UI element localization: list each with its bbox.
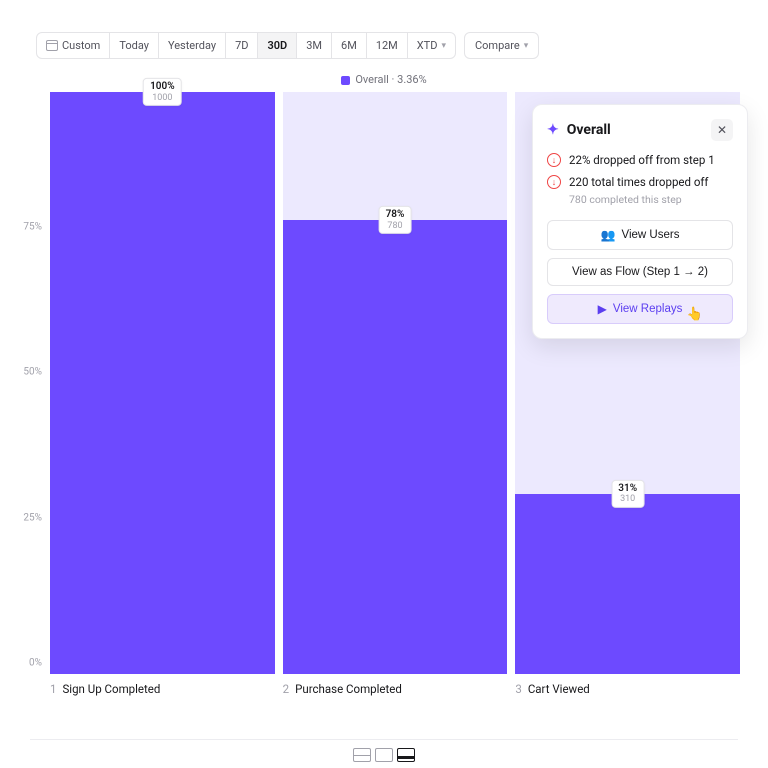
legend-value: 3.36% (397, 73, 427, 86)
range-3m[interactable]: 3M (297, 33, 332, 58)
bar-signup[interactable]: 100% 1000 (50, 92, 275, 674)
date-range-segmented: Custom Today Yesterday 7D 30D 3M 6M 12M … (36, 32, 456, 59)
bar-pct: 100% (150, 81, 175, 93)
layout-bottom-icon[interactable] (397, 748, 415, 762)
view-users-button[interactable]: 👥 View Users (547, 220, 733, 250)
toolbar: Custom Today Yesterday 7D 30D 3M 6M 12M … (0, 0, 768, 73)
range-6m[interactable]: 6M (332, 33, 367, 58)
range-12m[interactable]: 12M (367, 33, 408, 58)
range-30d[interactable]: 30D (258, 33, 297, 58)
dropoff-line-2: ↓ 220 total times dropped off (547, 175, 733, 189)
view-as-flow-button[interactable]: View as Flow (Step 1 → 2) (547, 258, 733, 286)
range-7d[interactable]: 7D (226, 33, 258, 58)
x-label-3: 3 Cart Viewed (515, 682, 740, 696)
chevron-down-icon: ▾ (441, 41, 446, 51)
bar-count: 1000 (150, 93, 175, 103)
bar-value-label: 100% 1000 (143, 78, 182, 106)
bar-fill (50, 92, 275, 674)
chevron-down-icon: ▾ (524, 41, 529, 51)
bar-count: 310 (618, 494, 637, 504)
dropoff-text: 22% dropped off from step 1 (569, 153, 715, 167)
arrow-down-circle-icon: ↓ (547, 153, 561, 167)
x-label-1: 1 Sign Up Completed (50, 682, 275, 696)
button-label: View Users (622, 229, 680, 241)
completed-subtext: 780 completed this step (569, 193, 733, 206)
calendar-icon (46, 40, 58, 51)
bar-fill (515, 494, 740, 674)
legend-swatch (341, 76, 350, 85)
range-label: 7D (235, 39, 248, 52)
cursor-click-icon: ✦ (547, 122, 559, 138)
range-label: 30D (267, 39, 287, 52)
users-icon: 👥 (601, 228, 616, 242)
chart-legend: Overall · 3.36% (0, 73, 768, 92)
range-label: 6M (341, 39, 357, 52)
y-tick: 25% (23, 512, 42, 523)
step-index: 2 (283, 682, 289, 696)
range-label: Today (119, 39, 149, 52)
layout-split-icon[interactable] (353, 748, 371, 762)
step-index: 1 (50, 682, 56, 696)
chart-wrap: 0% 25% 50% 75% 100% 1000 78% 780 31% 310 (0, 92, 768, 674)
bar-count: 780 (386, 221, 405, 231)
compare-label: Compare (475, 39, 520, 52)
y-tick: 0% (29, 658, 42, 669)
close-button[interactable]: ✕ (711, 119, 733, 141)
bar-pct: 78% (386, 209, 405, 221)
y-axis: 0% 25% 50% 75% (14, 92, 46, 674)
y-tick: 50% (23, 367, 42, 378)
range-label: 12M (376, 39, 398, 52)
step-name: Cart Viewed (528, 682, 590, 696)
x-label-2: 2 Purchase Completed (283, 682, 508, 696)
replay-icon: ▶ (598, 302, 607, 316)
step-name: Purchase Completed (295, 682, 402, 696)
bar-value-label: 31% 310 (611, 480, 644, 508)
bar-cart[interactable]: 31% 310 ✦ Overall ✕ ↓ 22% dropped off fr… (515, 92, 740, 674)
step-index: 3 (515, 682, 521, 696)
y-tick: 75% (23, 221, 42, 232)
x-axis: 1 Sign Up Completed 2 Purchase Completed 3… (0, 674, 768, 696)
button-label: View Replays (613, 303, 682, 315)
range-yesterday[interactable]: Yesterday (159, 33, 226, 58)
layout-full-icon[interactable] (375, 748, 393, 762)
dropoff-line-1: ↓ 22% dropped off from step 1 (547, 153, 733, 167)
step-name: Sign Up Completed (62, 682, 160, 696)
range-custom[interactable]: Custom (37, 33, 110, 58)
divider (30, 739, 738, 740)
popover-header: ✦ Overall ✕ (547, 119, 733, 141)
range-label: Yesterday (168, 39, 216, 52)
layout-switcher (353, 748, 415, 762)
range-label: XTD (417, 39, 438, 52)
bar-value-label: 78% 780 (379, 206, 412, 234)
compare-button[interactable]: Compare ▾ (464, 32, 539, 59)
dropoff-text: 220 total times dropped off (569, 175, 708, 189)
funnel-chart: 100% 1000 78% 780 31% 310 ✦ Ov (50, 92, 740, 674)
view-replays-button[interactable]: ▶ View Replays (547, 294, 733, 324)
bar-fill (283, 220, 508, 674)
step-detail-popover: ✦ Overall ✕ ↓ 22% dropped off from step … (532, 104, 748, 339)
popover-title-text: Overall (567, 122, 611, 138)
popover-title: ✦ Overall (547, 122, 611, 138)
range-label: 3M (306, 39, 322, 52)
legend-series-name: Overall (355, 73, 389, 86)
bar-purchase[interactable]: 78% 780 (283, 92, 508, 674)
bar-pct: 31% (618, 483, 637, 495)
button-label: View as Flow (Step 1 → 2) (572, 266, 708, 278)
range-label: Custom (62, 39, 100, 52)
close-icon: ✕ (717, 123, 727, 137)
range-today[interactable]: Today (110, 33, 159, 58)
range-xtd[interactable]: XTD▾ (408, 33, 455, 58)
arrow-down-circle-icon: ↓ (547, 175, 561, 189)
